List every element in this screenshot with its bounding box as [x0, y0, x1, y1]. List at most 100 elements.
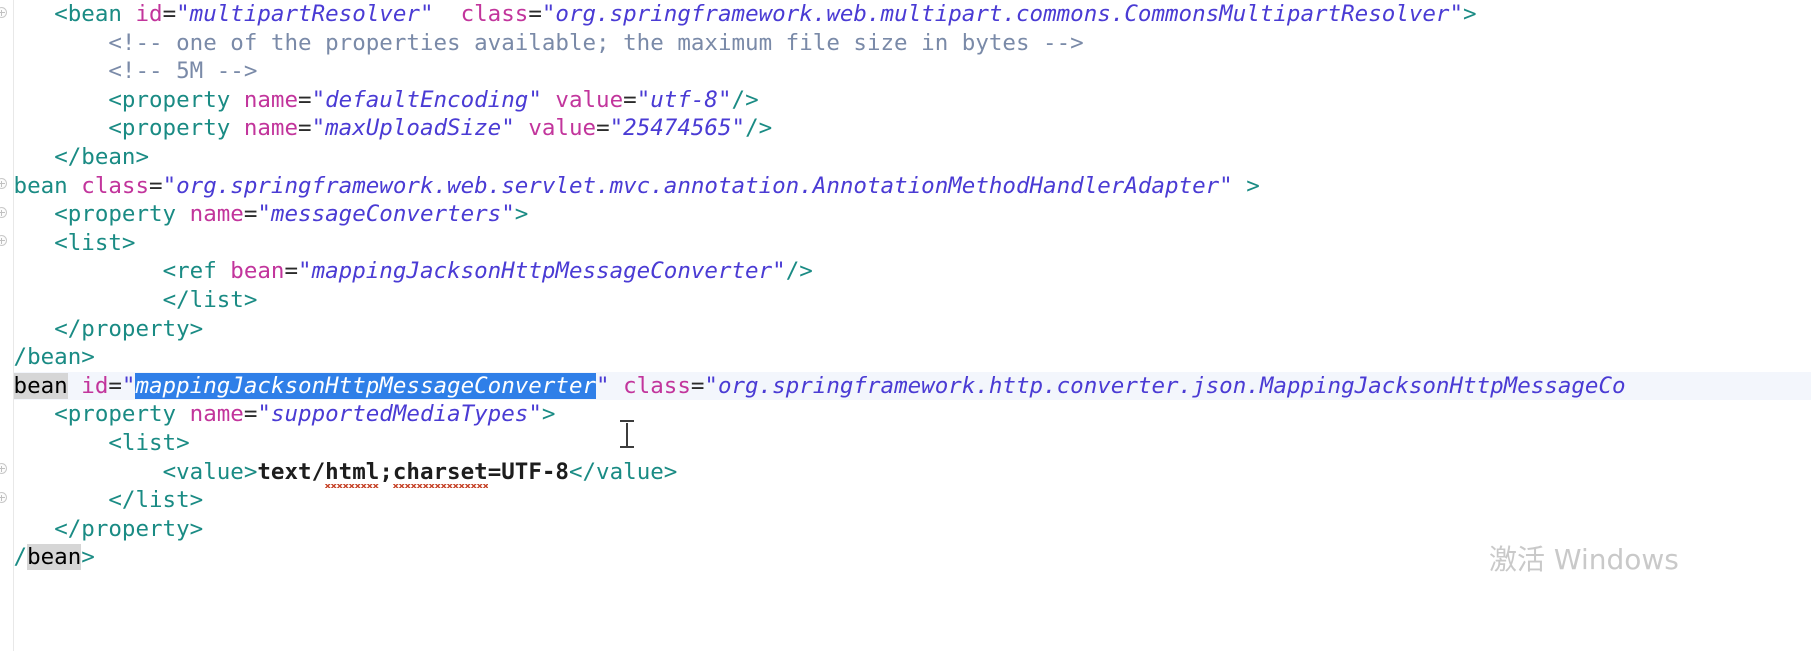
code-token-attr[interactable]: name	[190, 401, 244, 427]
code-token-eq[interactable]: =	[596, 115, 610, 141]
code-line[interactable]: <value>text/html;charset=UTF-8</value>	[0, 458, 1811, 487]
code-content-area[interactable]: <bean id="multipartResolver" class="org.…	[0, 0, 1811, 651]
code-token-tag[interactable]: >	[542, 401, 556, 427]
code-token-attr[interactable]: bean	[230, 258, 284, 284]
code-token-tag[interactable]: <list>	[108, 430, 189, 456]
code-token-val[interactable]: "	[122, 373, 136, 399]
code-token-text[interactable]: ;	[379, 459, 393, 485]
code-line[interactable]: <property name="supportedMediaTypes">	[0, 400, 1811, 429]
code-token-eq[interactable]: =	[528, 1, 542, 27]
code-token-attr[interactable]: class	[81, 173, 149, 199]
code-token-eq[interactable]: =	[149, 173, 163, 199]
code-token-eq[interactable]: =	[298, 115, 312, 141]
code-token-text[interactable]: =UTF-8	[488, 459, 569, 485]
code-token-tag[interactable]	[68, 373, 82, 399]
code-line[interactable]: <property name="messageConverters">	[0, 200, 1811, 229]
code-token-val[interactable]: "utf-8"	[637, 87, 732, 113]
code-token-val[interactable]: "	[596, 373, 610, 399]
code-token-tag[interactable]: >	[1246, 173, 1260, 199]
code-line[interactable]: </list>	[0, 486, 1811, 515]
code-token-tag[interactable]: />	[732, 87, 759, 113]
code-line[interactable]: <bean id="mappingJacksonHttpMessageConve…	[0, 371, 1811, 401]
code-token-comment[interactable]: <!-- 5M -->	[108, 58, 257, 84]
code-line[interactable]: <!-- one of the properties available; th…	[0, 29, 1811, 58]
code-line[interactable]: </property>	[0, 515, 1811, 544]
code-token-tag[interactable]: </bean>	[0, 344, 95, 370]
code-token-tag[interactable]: <	[0, 373, 14, 399]
code-token-tag[interactable]: </list>	[163, 287, 258, 313]
code-token-eq[interactable]: =	[298, 87, 312, 113]
code-token-tag[interactable]: >	[81, 544, 95, 570]
code-token-tag[interactable]: <list>	[54, 230, 135, 256]
code-token-text[interactable]: text/	[257, 459, 325, 485]
code-token-eq[interactable]: =	[244, 401, 258, 427]
code-token-tag[interactable]: </list>	[108, 487, 203, 513]
code-token-plain[interactable]	[1233, 173, 1247, 199]
code-line[interactable]: <property name="maxUploadSize" value="25…	[0, 114, 1811, 143]
matching-tag-highlight[interactable]: bean	[27, 544, 82, 571]
code-token-val[interactable]: "maxUploadSize"	[312, 115, 515, 141]
code-token-attr[interactable]: value	[555, 87, 623, 113]
code-token-eq[interactable]: =	[623, 87, 637, 113]
code-token-tag[interactable]: <value>	[163, 459, 258, 485]
code-token-tag[interactable]: </value>	[569, 459, 677, 485]
code-token-tag[interactable]: <property	[108, 115, 243, 141]
matching-tag-highlight[interactable]: bean	[13, 372, 68, 399]
code-line[interactable]: </bean>	[0, 343, 1811, 372]
code-line[interactable]: </bean>	[0, 543, 1811, 572]
code-token-eq[interactable]: =	[691, 373, 705, 399]
code-token-val[interactable]: "25474565"	[610, 115, 745, 141]
code-token-tag[interactable]: <property	[54, 401, 189, 427]
code-token-tag[interactable]: </property>	[54, 516, 203, 542]
code-token-plain[interactable]	[542, 87, 556, 113]
code-token-val[interactable]: "org.springframework.web.servlet.mvc.ann…	[163, 173, 1233, 199]
code-token-val[interactable]: "supportedMediaTypes"	[257, 401, 541, 427]
code-token-tag[interactable]: >	[1463, 1, 1477, 27]
code-token-val[interactable]: "defaultEncoding"	[312, 87, 542, 113]
code-token-eq[interactable]: =	[163, 1, 177, 27]
code-token-tag[interactable]: />	[786, 258, 813, 284]
code-line[interactable]: <bean class="org.springframework.web.ser…	[0, 172, 1811, 201]
code-token-attr[interactable]: name	[244, 87, 298, 113]
code-token-plain[interactable]	[515, 115, 529, 141]
code-token-plain[interactable]	[610, 373, 624, 399]
code-token-tag[interactable]: >	[515, 201, 529, 227]
code-token-tag[interactable]: <property	[108, 87, 243, 113]
code-line[interactable]: <bean id="multipartResolver" class="org.…	[0, 0, 1811, 29]
code-token-tag[interactable]: <ref	[163, 258, 231, 284]
code-token-attr[interactable]: value	[528, 115, 596, 141]
code-token-attr[interactable]: class	[461, 1, 529, 27]
code-token-val[interactable]: "mappingJacksonHttpMessageConverter"	[298, 258, 786, 284]
code-token-val[interactable]: "org.springframework.web.multipart.commo…	[542, 1, 1463, 27]
code-line[interactable]: </property>	[0, 315, 1811, 344]
code-token-eq[interactable]: =	[284, 258, 298, 284]
code-editor-pane[interactable]: <bean id="multipartResolver" class="org.…	[0, 0, 1811, 651]
code-token-val[interactable]: "multipartResolver"	[176, 1, 433, 27]
code-line[interactable]: <list>	[0, 429, 1811, 458]
code-token-attr[interactable]: name	[244, 115, 298, 141]
code-token-attr[interactable]: id	[135, 1, 162, 27]
code-line[interactable]: </bean>	[0, 143, 1811, 172]
code-token-val[interactable]: "org.springframework.http.converter.json…	[704, 373, 1625, 399]
selected-text[interactable]: mappingJacksonHttpMessageConverter	[135, 372, 597, 399]
code-token-val[interactable]: "messageConverters"	[257, 201, 514, 227]
code-token-attr[interactable]: class	[623, 373, 691, 399]
code-token-eq[interactable]: =	[244, 201, 258, 227]
code-token-tag[interactable]: <bean	[54, 1, 135, 27]
spellcheck-misspelled-word[interactable]: charset	[392, 458, 488, 488]
code-token-tag[interactable]: </	[0, 544, 27, 570]
code-token-plain[interactable]	[434, 1, 461, 27]
code-token-tag[interactable]: />	[745, 115, 772, 141]
code-line[interactable]: <property name="defaultEncoding" value="…	[0, 86, 1811, 115]
code-token-tag[interactable]: </bean>	[54, 144, 149, 170]
code-token-eq[interactable]: =	[108, 373, 122, 399]
code-token-attr[interactable]: name	[190, 201, 244, 227]
code-token-comment[interactable]: <!-- one of the properties available; th…	[108, 30, 1083, 56]
code-token-attr[interactable]: id	[81, 373, 108, 399]
code-line[interactable]: <ref bean="mappingJacksonHttpMessageConv…	[0, 257, 1811, 286]
code-token-tag[interactable]: <property	[54, 201, 189, 227]
code-line[interactable]: </list>	[0, 286, 1811, 315]
code-line[interactable]: <!-- 5M -->	[0, 57, 1811, 86]
code-line[interactable]: <list>	[0, 229, 1811, 258]
code-token-tag[interactable]: <bean	[0, 173, 81, 199]
